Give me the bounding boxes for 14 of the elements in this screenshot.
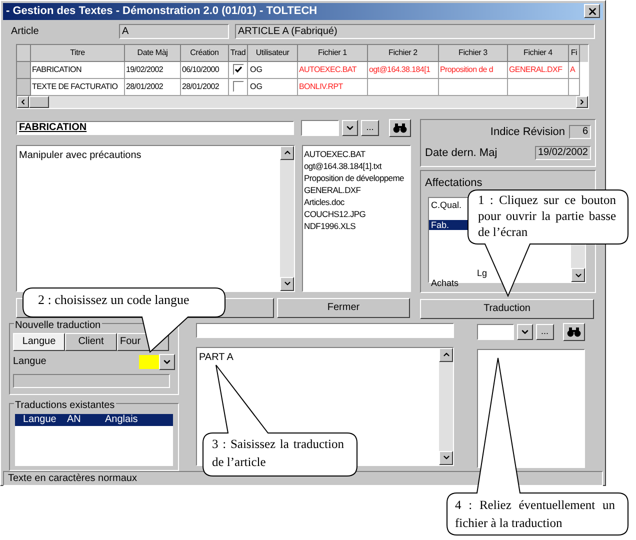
affectations-title: Affectations (425, 176, 484, 190)
last-update-value: 19/02/2002 (535, 146, 591, 160)
language-label: Langue (13, 355, 48, 369)
last-update-label: Date dern. Maj (425, 146, 498, 161)
memo-text: Manipuler avec précautions (19, 150, 142, 160)
callout-tooltip: 4 : Reliez éventuellement un fichier à la traduction (445, 356, 630, 537)
revision-value: 6 (569, 124, 591, 139)
translation-text: PART A (199, 352, 234, 362)
article-code-field: A (119, 24, 229, 38)
window-title: - Gestion des Textes - Démonstration 2.0 (01/01) - TOLTECH (6, 4, 318, 19)
callout-tooltip: 3 : Saisissez la traduction de l’article (201, 363, 359, 478)
revision-label: Indice Révision (490, 124, 565, 140)
article-label: Article (11, 24, 40, 38)
article-description-field: ARTICLE A (Fabriqué) (235, 24, 595, 38)
